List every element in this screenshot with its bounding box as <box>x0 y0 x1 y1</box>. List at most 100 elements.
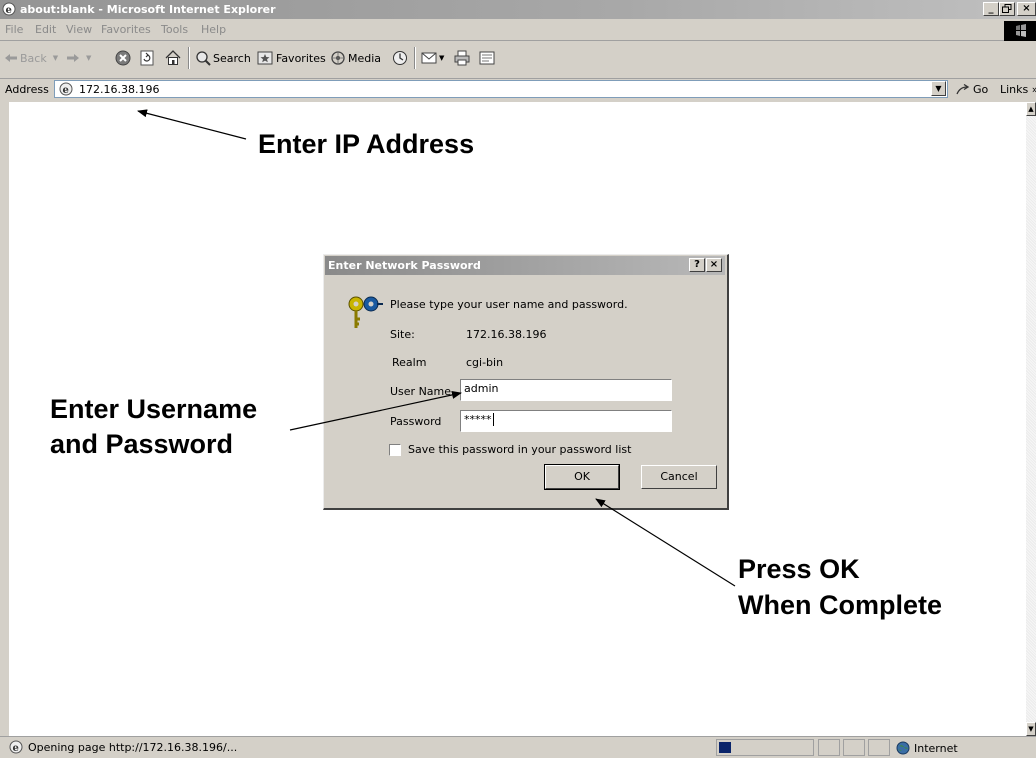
address-input[interactable]: e 172.16.38.196 <box>54 80 948 98</box>
internet-explorer-icon: e <box>2 2 16 16</box>
dialog-title: Enter Network Password <box>328 259 481 272</box>
password-value: ***** <box>464 413 492 426</box>
page-icon: e <box>59 82 73 96</box>
menu-file[interactable]: File <box>5 23 23 36</box>
go-button[interactable]: Go <box>956 83 988 96</box>
window-title: about:blank - Microsoft Internet Explore… <box>20 3 276 16</box>
restore-icon <box>1002 4 1012 13</box>
menu-edit[interactable]: Edit <box>35 23 56 36</box>
go-arrow-icon <box>956 83 970 94</box>
back-label: Back <box>20 51 47 65</box>
menu-bar: File Edit View Favorites Tools Help <box>0 19 1036 41</box>
page-loading-icon: e <box>9 740 23 754</box>
edit-button[interactable] <box>479 49 495 67</box>
save-password-checkbox[interactable] <box>389 444 401 456</box>
mail-icon <box>421 52 437 64</box>
favorites-button[interactable]: Favorites <box>257 49 326 67</box>
zone-label: Internet <box>914 741 958 755</box>
back-button[interactable]: Back ▼ <box>4 49 58 67</box>
home-button[interactable] <box>165 49 181 67</box>
svg-text:e: e <box>63 85 69 96</box>
print-button[interactable] <box>454 49 470 67</box>
menu-favorites[interactable]: Favorites <box>101 23 151 36</box>
annotation-enter-credentials-line2: and Password <box>50 429 234 459</box>
links-button[interactable]: Links » <box>1000 83 1036 96</box>
username-value: admin <box>464 382 499 395</box>
progress-bar <box>716 739 814 756</box>
toolbar-separator <box>188 47 190 69</box>
annotation-enter-ip: Enter IP Address <box>258 129 475 159</box>
forward-arrow-icon <box>67 54 79 62</box>
help-button[interactable]: ? <box>689 258 705 272</box>
site-label: Site: <box>390 328 415 341</box>
status-text: Opening page http://172.16.38.196/... <box>28 741 238 754</box>
forward-button[interactable]: ▼ <box>66 49 91 67</box>
minimize-button[interactable]: _ <box>983 2 999 16</box>
forward-dropdown-icon: ▼ <box>86 54 92 62</box>
media-icon <box>331 51 345 65</box>
username-label: User Name <box>390 385 452 398</box>
search-button[interactable]: Search <box>195 49 251 67</box>
cancel-button[interactable]: Cancel <box>641 465 717 489</box>
progress-fill <box>719 742 731 753</box>
favorites-icon <box>257 51 273 65</box>
scroll-down-icon[interactable]: ▼ <box>1026 722 1036 736</box>
ok-button[interactable]: OK <box>544 464 620 490</box>
globe-icon <box>896 741 910 755</box>
realm-label: Realm <box>392 356 427 369</box>
home-icon <box>165 50 181 65</box>
status-panel <box>818 739 840 756</box>
edit-page-icon <box>479 51 495 65</box>
windows-logo-throbber <box>1004 21 1036 41</box>
go-label: Go <box>973 83 989 96</box>
back-arrow-icon <box>5 54 17 62</box>
toolbar-separator <box>414 47 416 69</box>
refresh-button[interactable] <box>140 49 155 67</box>
vertical-scrollbar[interactable]: ▲ ▼ <box>1026 102 1036 736</box>
address-value: 172.16.38.196 <box>79 83 160 96</box>
address-bar: Address e 172.16.38.196 ▼ Go Links » <box>0 79 1036 101</box>
history-icon <box>393 51 407 65</box>
standard-toolbar: Back ▼ ▼ Search Favorites Media ▼ <box>0 41 1036 79</box>
search-icon <box>196 51 211 66</box>
restore-button[interactable] <box>999 2 1015 16</box>
dialog-title-bar: Enter Network Password ? × <box>325 256 725 275</box>
dialog-prompt: Please type your user name and password. <box>390 298 628 311</box>
annotation-press-ok-line1: Press OK <box>738 554 860 584</box>
svg-text:e: e <box>13 743 19 754</box>
menu-help[interactable]: Help <box>201 23 226 36</box>
status-panel <box>843 739 865 756</box>
key-icon <box>348 296 383 328</box>
media-button[interactable]: Media <box>330 49 381 67</box>
network-password-dialog: Enter Network Password ? × Please type y… <box>323 254 729 510</box>
status-panel <box>868 739 890 756</box>
address-dropdown-button[interactable]: ▼ <box>931 81 946 96</box>
password-label: Password <box>390 415 442 428</box>
refresh-icon <box>140 50 154 66</box>
password-input[interactable]: ***** <box>460 410 672 432</box>
username-input[interactable]: admin <box>460 379 672 401</box>
search-label: Search <box>213 51 251 65</box>
mail-button[interactable]: ▼ <box>421 49 444 67</box>
mail-dropdown-icon: ▼ <box>439 54 445 62</box>
save-password-label: Save this password in your password list <box>408 443 632 456</box>
window-title-bar: e about:blank - Microsoft Internet Explo… <box>0 0 1036 19</box>
history-button[interactable] <box>392 49 408 67</box>
svg-text:e: e <box>6 5 12 16</box>
scroll-up-icon[interactable]: ▲ <box>1026 102 1036 116</box>
security-zone: Internet <box>896 741 958 755</box>
media-label: Media <box>348 51 382 65</box>
stop-button[interactable] <box>115 49 131 67</box>
annotation-press-ok-line2: When Complete <box>738 590 943 620</box>
links-label: Links <box>1000 83 1029 96</box>
close-button[interactable]: × <box>1017 2 1036 16</box>
stop-icon <box>115 50 131 66</box>
menu-view[interactable]: View <box>66 23 92 36</box>
back-dropdown-icon: ▼ <box>52 54 59 62</box>
menu-tools[interactable]: Tools <box>161 23 188 36</box>
print-icon <box>454 50 470 66</box>
windows-logo-icon <box>1004 21 1036 41</box>
address-label: Address <box>5 83 49 96</box>
dialog-close-button[interactable]: × <box>706 258 722 272</box>
site-value: 172.16.38.196 <box>466 328 547 341</box>
